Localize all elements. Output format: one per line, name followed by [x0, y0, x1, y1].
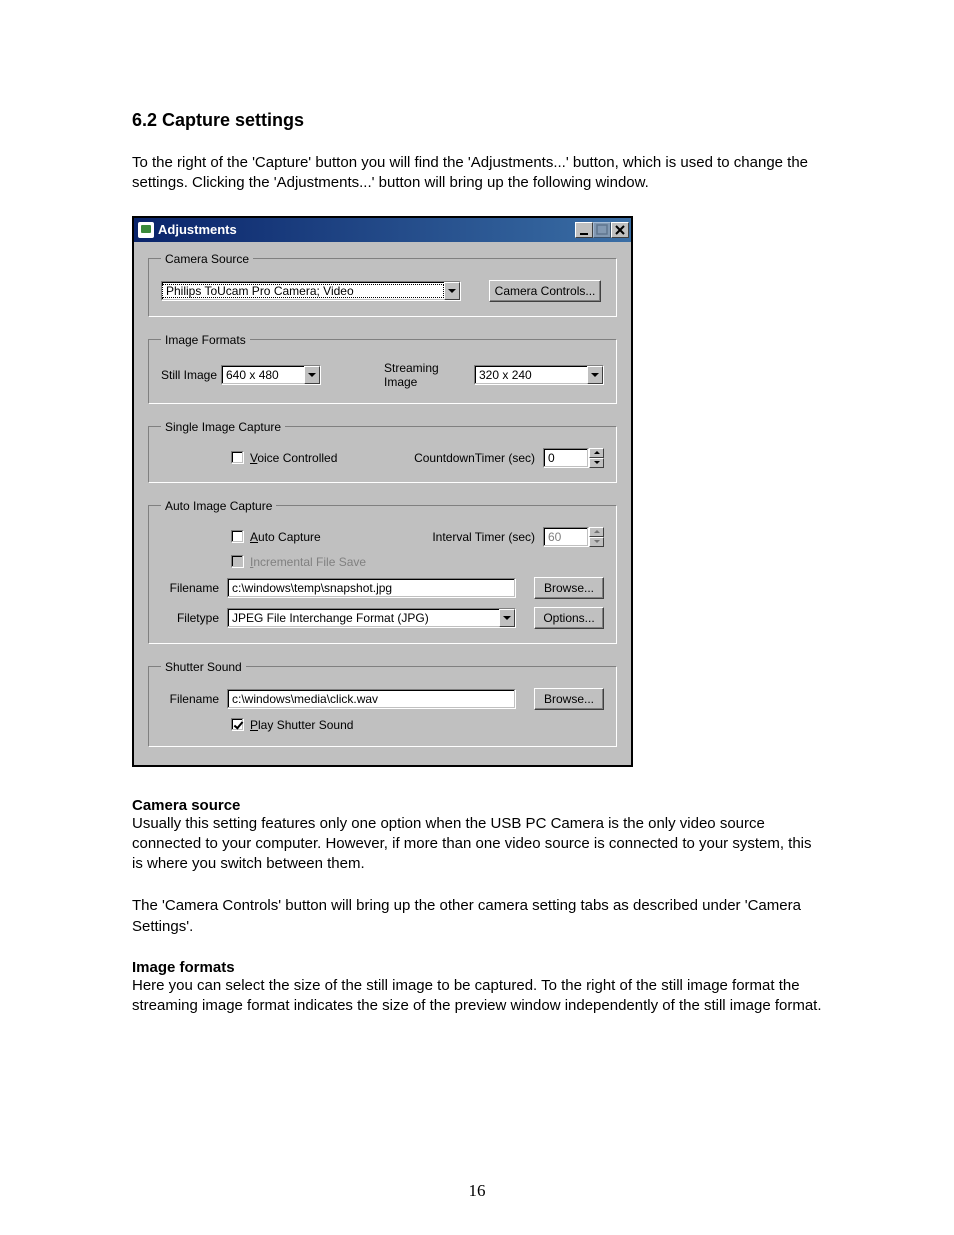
play-shutter-checkbox[interactable]: Play Shutter Sound [231, 718, 353, 732]
still-image-select[interactable]: 640 x 480 [221, 365, 321, 385]
interval-label: Interval Timer (sec) [425, 530, 535, 544]
minimize-button[interactable] [575, 222, 593, 238]
voice-controlled-checkbox[interactable]: Voice Controlled [231, 451, 337, 465]
spin-up-icon[interactable] [589, 448, 604, 458]
legend-camera-source: Camera Source [161, 252, 253, 266]
group-auto-capture: Auto Image Capture Auto Capture Interval… [148, 499, 617, 644]
interval-stepper: 60 [543, 527, 604, 547]
image-formats-subhead: Image formats [132, 959, 822, 976]
countdown-stepper[interactable]: 0 [543, 448, 604, 468]
page-number: 16 [0, 1181, 954, 1201]
spin-down-icon [589, 537, 604, 547]
voice-controlled-label: Voice Controlled [250, 451, 337, 465]
still-image-label: Still Image [161, 368, 221, 382]
legend-shutter-sound: Shutter Sound [161, 660, 246, 674]
group-single-capture: Single Image Capture Voice Controlled Co… [148, 420, 617, 483]
camera-source-subhead: Camera source [132, 797, 822, 814]
image-formats-paragraph: Here you can select the size of the stil… [132, 976, 822, 1017]
dropdown-icon[interactable] [304, 366, 320, 384]
legend-auto-capture: Auto Image Capture [161, 499, 276, 513]
shutter-filename-input[interactable]: c:\windows\media\click.wav [227, 689, 516, 709]
spin-up-icon [589, 527, 604, 537]
camera-controls-paragraph: The 'Camera Controls' button will bring … [132, 896, 822, 937]
browse-button[interactable]: Browse... [534, 577, 604, 599]
camera-source-select[interactable]: Philips ToUcam Pro Camera; Video [161, 281, 461, 301]
maximize-button[interactable] [593, 222, 611, 238]
dropdown-icon[interactable] [444, 282, 460, 300]
incremental-save-label: Incremental File Save [250, 555, 366, 569]
camera-source-value: Philips ToUcam Pro Camera; Video [162, 284, 444, 298]
streaming-image-select[interactable]: 320 x 240 [474, 365, 604, 385]
shutter-filename-value: c:\windows\media\click.wav [232, 692, 378, 706]
auto-capture-label: Auto Capture [250, 530, 321, 544]
dropdown-icon[interactable] [587, 366, 603, 384]
group-shutter-sound: Shutter Sound Filename c:\windows\media\… [148, 660, 617, 747]
filename-label: Filename [161, 581, 219, 595]
group-camera-source: Camera Source Philips ToUcam Pro Camera;… [148, 252, 617, 317]
shutter-filename-label: Filename [161, 692, 219, 706]
options-button[interactable]: Options... [534, 607, 604, 629]
still-image-value: 640 x 480 [222, 368, 304, 382]
section-heading: 6.2 Capture settings [132, 110, 822, 131]
filetype-value: JPEG File Interchange Format (JPG) [228, 611, 499, 625]
camera-controls-button[interactable]: Camera Controls... [489, 280, 601, 302]
spin-down-icon[interactable] [589, 458, 604, 468]
play-shutter-label: Play Shutter Sound [250, 718, 353, 732]
camera-source-paragraph: Usually this setting features only one o… [132, 814, 822, 875]
adjustments-window: Adjustments Camera Source Philips [132, 216, 633, 767]
window-title: Adjustments [158, 222, 237, 237]
interval-value: 60 [548, 530, 561, 544]
incremental-save-checkbox: Incremental File Save [231, 555, 366, 569]
titlebar[interactable]: Adjustments [134, 218, 631, 242]
countdown-value: 0 [548, 451, 555, 465]
filename-input[interactable]: c:\windows\temp\snapshot.jpg [227, 578, 516, 598]
shutter-browse-button[interactable]: Browse... [534, 688, 604, 710]
auto-capture-checkbox[interactable]: Auto Capture [231, 530, 321, 544]
streaming-image-label: Streaming Image [384, 361, 474, 389]
legend-image-formats: Image Formats [161, 333, 250, 347]
intro-paragraph: To the right of the 'Capture' button you… [132, 153, 822, 194]
filetype-label: Filetype [161, 611, 219, 625]
filetype-select[interactable]: JPEG File Interchange Format (JPG) [227, 608, 516, 628]
close-button[interactable] [611, 222, 629, 238]
group-image-formats: Image Formats Still Image 640 x 480 Stre… [148, 333, 617, 404]
filename-value: c:\windows\temp\snapshot.jpg [232, 581, 392, 595]
streaming-image-value: 320 x 240 [475, 368, 587, 382]
dropdown-icon[interactable] [499, 609, 515, 627]
countdown-label: CountdownTimer (sec) [405, 451, 535, 465]
app-icon [138, 222, 154, 238]
legend-single-capture: Single Image Capture [161, 420, 285, 434]
